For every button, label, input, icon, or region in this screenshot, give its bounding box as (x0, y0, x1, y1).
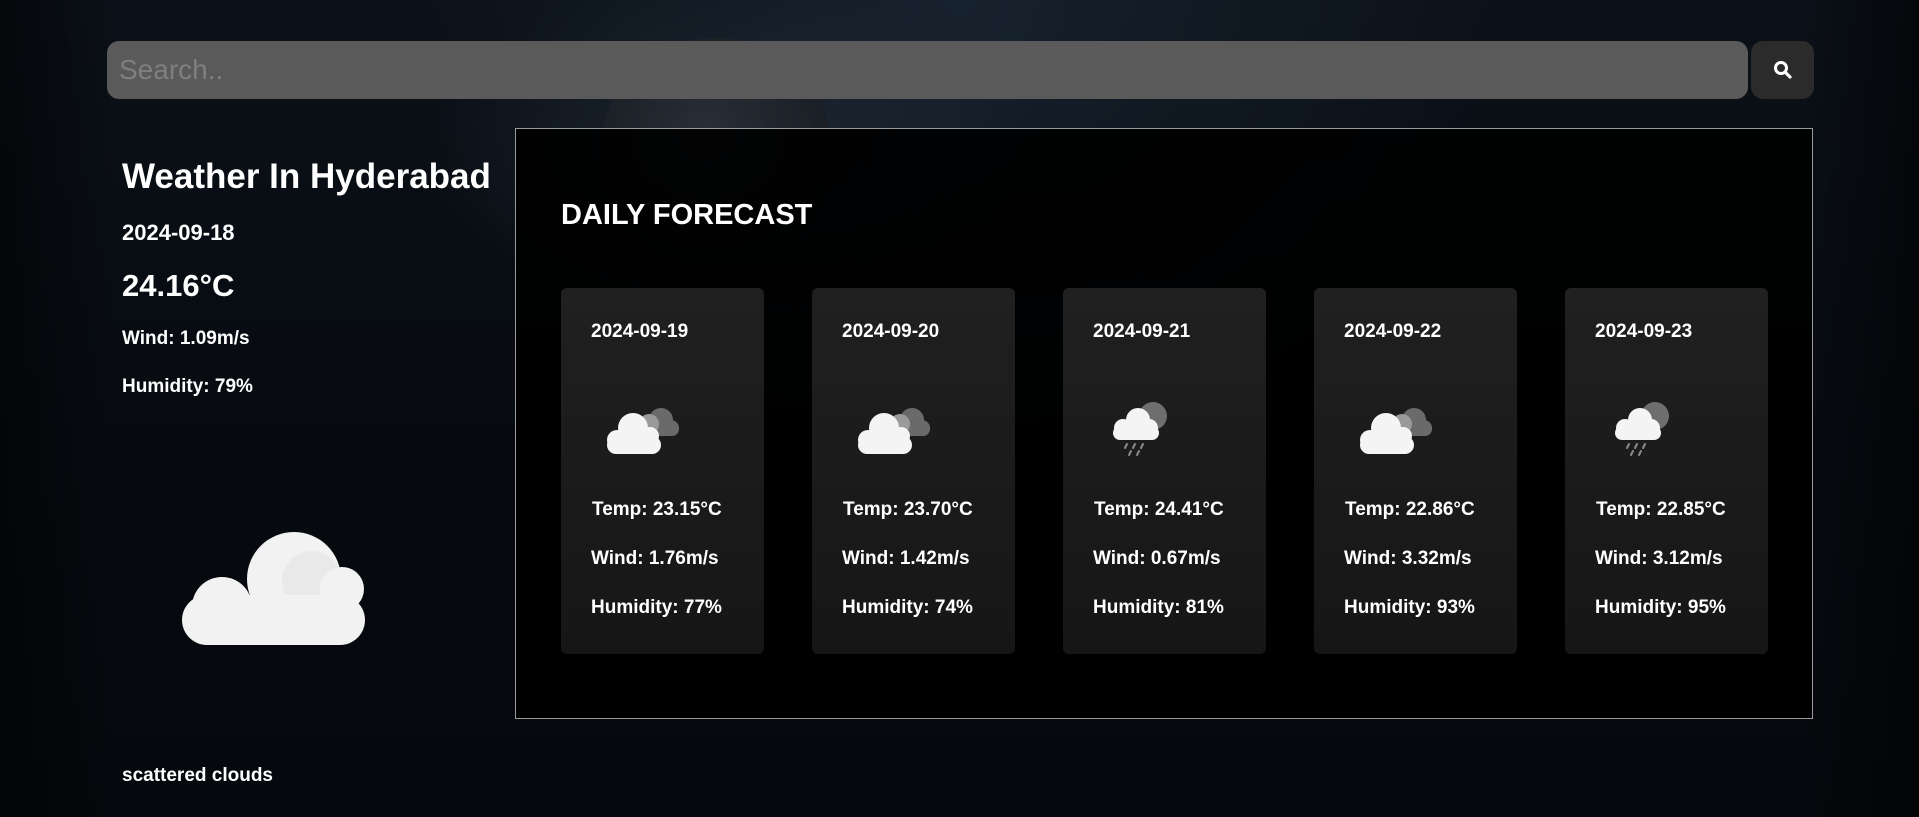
forecast-humidity: Humidity: 74% (842, 597, 973, 618)
search-input[interactable] (107, 41, 1748, 99)
forecast-title: DAILY FORECAST (561, 199, 813, 231)
forecast-humidity: Humidity: 95% (1595, 597, 1726, 618)
forecast-temp: Temp: 22.86°C (1345, 499, 1475, 520)
forecast-card: 2024-09-23 Temp: 22.85°C Wind: 3.12m/s H… (1565, 288, 1768, 654)
rain-cloud-icon (1113, 402, 1167, 456)
forecast-humidity: Humidity: 77% (591, 597, 722, 618)
broken-clouds-icon (1360, 408, 1432, 454)
forecast-date: 2024-09-20 (842, 321, 940, 342)
forecast-wind: Wind: 1.76m/s (591, 548, 719, 569)
forecast-date: 2024-09-22 (1344, 321, 1442, 342)
forecast-card: 2024-09-22 Temp: 22.86°C Wind: 3.32m/s H… (1314, 288, 1517, 654)
forecast-humidity: Humidity: 81% (1093, 597, 1224, 618)
weather-description: scattered clouds (122, 765, 273, 786)
forecast-temp: Temp: 23.15°C (592, 499, 722, 520)
forecast-humidity: Humidity: 93% (1344, 597, 1475, 618)
forecast-wind: Wind: 3.32m/s (1344, 548, 1472, 569)
forecast-card: 2024-09-21 Temp: 24.41°C Wind: 0.67m/s H… (1063, 288, 1266, 654)
forecast-temp: Temp: 22.85°C (1596, 499, 1726, 520)
forecast-panel: DAILY FORECAST 2024-09-19 Temp: 23.15°C … (515, 128, 1813, 719)
search-bar (107, 41, 1814, 99)
current-temp: 24.16°C (122, 268, 235, 303)
current-humidity: Humidity: 79% (122, 376, 253, 397)
forecast-temp: Temp: 24.41°C (1094, 499, 1224, 520)
search-icon (1773, 61, 1792, 79)
forecast-date: 2024-09-19 (591, 321, 689, 342)
forecast-wind: Wind: 1.42m/s (842, 548, 970, 569)
rain-cloud-icon (1615, 402, 1669, 456)
city-title: Weather In Hyderabad (122, 157, 491, 196)
current-date: 2024-09-18 (122, 220, 235, 245)
forecast-wind: Wind: 0.67m/s (1093, 548, 1221, 569)
forecast-temp: Temp: 23.70°C (843, 499, 973, 520)
current-weather: Weather In Hyderabad 2024-09-18 24.16°C … (122, 154, 502, 398)
forecast-date: 2024-09-21 (1093, 321, 1191, 342)
forecast-cards: 2024-09-19 Temp: 23.15°C Wind: 1.76m/s H… (561, 288, 1768, 654)
forecast-card: 2024-09-20 Temp: 23.70°C Wind: 1.42m/s H… (812, 288, 1015, 654)
forecast-wind: Wind: 3.12m/s (1595, 548, 1723, 569)
broken-clouds-icon (858, 408, 930, 454)
current-wind: Wind: 1.09m/s (122, 328, 250, 349)
forecast-date: 2024-09-23 (1595, 321, 1693, 342)
broken-clouds-icon (607, 408, 679, 454)
search-button[interactable] (1751, 41, 1814, 99)
cloud-icon (182, 532, 365, 645)
forecast-card: 2024-09-19 Temp: 23.15°C Wind: 1.76m/s H… (561, 288, 764, 654)
